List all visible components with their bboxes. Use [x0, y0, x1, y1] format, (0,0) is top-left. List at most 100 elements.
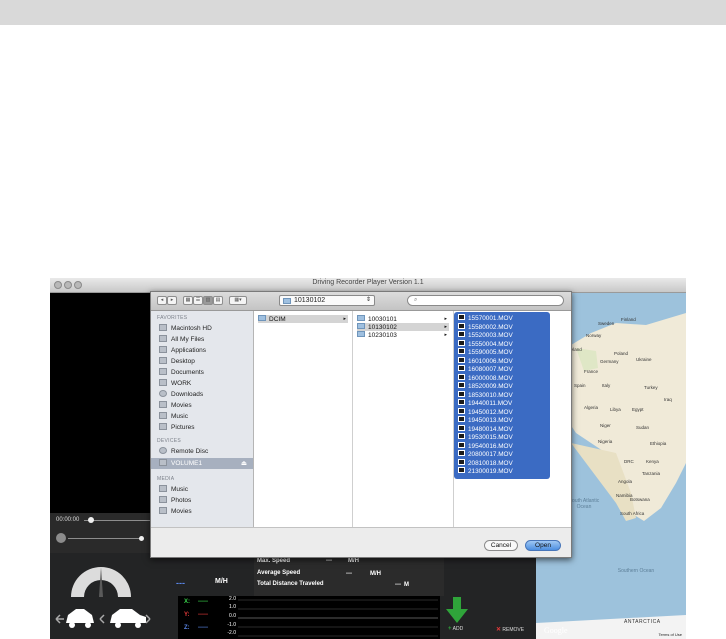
- video-area[interactable]: [50, 293, 157, 513]
- folder-row[interactable]: 10030101 ▸: [357, 315, 449, 323]
- browser-column-1: DCIM ▸: [254, 311, 353, 527]
- list-view-button[interactable]: ☰: [193, 296, 203, 305]
- current-time: 00:00:00: [56, 517, 80, 523]
- map-label-france: France: [584, 369, 599, 374]
- eject-icon[interactable]: ⏏: [241, 458, 247, 469]
- file-row[interactable]: 16080007.MOV: [458, 365, 513, 373]
- distance-value: ---: [395, 582, 401, 588]
- file-row[interactable]: 19540016.MOV: [458, 441, 513, 450]
- sidebar-item-movies[interactable]: Movies: [159, 400, 249, 411]
- movie-file-icon: [458, 399, 465, 405]
- sidebar-item-volume1[interactable]: VOLUME1 ⏏: [151, 458, 253, 469]
- sidebar-item-photos[interactable]: Photos: [159, 495, 249, 506]
- path-popup[interactable]: 10130102 ⇕: [279, 295, 375, 306]
- file-label: 18530010.MOV: [468, 391, 513, 399]
- sidebar-item-documents[interactable]: Documents: [159, 367, 249, 378]
- devices-header: DEVICES: [157, 438, 182, 444]
- dialog-footer: Cancel Open: [151, 527, 571, 557]
- folder-row-selected[interactable]: 10130102 ▸: [357, 323, 449, 331]
- folder-row-dcim[interactable]: DCIM ▸: [258, 315, 348, 323]
- add-label: ADD: [452, 626, 464, 632]
- file-row[interactable]: 19440011.MOV: [458, 399, 512, 407]
- car-icons: [55, 609, 151, 628]
- avg-speed-value: ---: [346, 571, 352, 577]
- arrange-button[interactable]: ▦▾: [229, 296, 247, 305]
- cancel-button[interactable]: Cancel: [484, 540, 518, 551]
- map-terms[interactable]: Terms of Use: [658, 632, 682, 637]
- file-row[interactable]: 18530010.MOV: [458, 390, 513, 399]
- file-label: 19530015.MOV: [468, 434, 513, 441]
- folder-label: DCIM: [269, 316, 286, 323]
- file-row[interactable]: 16000008.MOV: [458, 373, 513, 382]
- file-row[interactable]: 15570001.MOV: [458, 314, 513, 322]
- column-view-button[interactable]: ▥: [203, 296, 213, 305]
- file-row[interactable]: 15580002.MOV: [458, 322, 513, 331]
- file-row[interactable]: 15550004.MOV: [458, 339, 513, 348]
- add-arrow-icon[interactable]: [446, 597, 468, 623]
- add-button[interactable]: + ADD: [448, 626, 463, 632]
- file-row[interactable]: 19480014.MOV: [458, 424, 513, 433]
- sidebar-item-media-movies[interactable]: Movies: [159, 506, 249, 517]
- back-button[interactable]: ◂: [157, 296, 167, 305]
- sidebar-item-applications[interactable]: Applications: [159, 345, 249, 356]
- sidebar-item-work[interactable]: WORK: [159, 378, 249, 389]
- folder-icon: [357, 323, 365, 329]
- file-label: 15550004.MOV: [468, 340, 513, 348]
- volume-slider[interactable]: [68, 538, 143, 539]
- open-button[interactable]: Open: [525, 540, 561, 551]
- file-row[interactable]: 19450012.MOV: [458, 407, 513, 416]
- sidebar-item-downloads[interactable]: Downloads: [159, 389, 249, 400]
- map-label-drc: DRC: [624, 459, 634, 464]
- map-label-angola: Angola: [618, 479, 633, 484]
- volume-slider-knob[interactable]: [139, 536, 144, 541]
- sidebar-item-pictures[interactable]: Pictures: [159, 422, 249, 433]
- folder-row[interactable]: 10230103 ▸: [357, 331, 449, 339]
- movie-file-icon: [458, 467, 465, 473]
- dialog-sidebar: FAVORITES Macintosh HD All My Files Appl…: [151, 311, 254, 557]
- file-row[interactable]: 21300019.MOV: [458, 467, 513, 475]
- remove-button[interactable]: ✕ REMOVE: [496, 626, 524, 633]
- movies-icon: [159, 507, 167, 514]
- file-label: 16000008.MOV: [468, 374, 513, 382]
- volume-icon[interactable]: [56, 533, 66, 543]
- sidebar-item-label: Movies: [171, 402, 192, 409]
- map-label-sweden: Sweden: [598, 321, 615, 326]
- icon-view-button[interactable]: ▦: [183, 296, 193, 305]
- distance-unit: M: [404, 582, 409, 588]
- timeline-slider[interactable]: [84, 520, 154, 521]
- file-row[interactable]: 19450013.MOV: [458, 416, 513, 424]
- popup-arrows-icon: ⇕: [365, 297, 371, 303]
- movie-file-icon: [458, 424, 465, 431]
- file-label: 15580002.MOV: [468, 323, 513, 331]
- sidebar-item-label: Remote Disc: [171, 448, 209, 455]
- file-row[interactable]: 19530015.MOV: [458, 433, 513, 441]
- file-row[interactable]: 15590005.MOV: [458, 348, 513, 356]
- file-row[interactable]: 20800017.MOV: [458, 450, 513, 458]
- dialog-toolbar: ◂ ▸ ▦ ☰ ▥ ▤ ▦▾ 10130102 ⇕ ⌕: [151, 292, 571, 311]
- sidebar-item-label: Music: [171, 486, 188, 493]
- file-row[interactable]: 20810018.MOV: [458, 458, 513, 467]
- file-row[interactable]: 16010006.MOV: [458, 356, 513, 365]
- movie-file-icon: [458, 314, 465, 320]
- sidebar-item-macintosh-hd[interactable]: Macintosh HD: [159, 323, 249, 334]
- sidebar-item-remote-disc[interactable]: Remote Disc: [159, 446, 249, 457]
- file-row[interactable]: 18520009.MOV: [458, 382, 513, 390]
- map-label-libya: Libya: [610, 407, 621, 412]
- sidebar-item-music[interactable]: Music: [159, 411, 249, 422]
- map-label-norway: Norway: [586, 333, 602, 338]
- sidebar-item-all-my-files[interactable]: All My Files: [159, 334, 249, 345]
- open-file-dialog: ◂ ▸ ▦ ☰ ▥ ▤ ▦▾ 10130102 ⇕ ⌕ FAVORITES Ma…: [150, 291, 572, 558]
- file-label: 19540016.MOV: [468, 442, 513, 450]
- sidebar-item-desktop[interactable]: Desktop: [159, 356, 249, 367]
- map-label-south-africa: South Africa: [620, 511, 645, 516]
- timeline-slider-knob[interactable]: [88, 517, 94, 523]
- map-label-iraq: Iraq: [664, 397, 672, 402]
- search-field[interactable]: ⌕: [407, 295, 564, 306]
- coverflow-view-button[interactable]: ▤: [213, 296, 223, 305]
- file-row[interactable]: 15520003.MOV: [458, 331, 513, 339]
- sidebar-item-media-music[interactable]: Music: [159, 484, 249, 495]
- map-label-italy: Italy: [602, 383, 611, 388]
- folder-icon: [159, 379, 167, 386]
- forward-button[interactable]: ▸: [167, 296, 177, 305]
- speedometer-gauge: [71, 567, 131, 597]
